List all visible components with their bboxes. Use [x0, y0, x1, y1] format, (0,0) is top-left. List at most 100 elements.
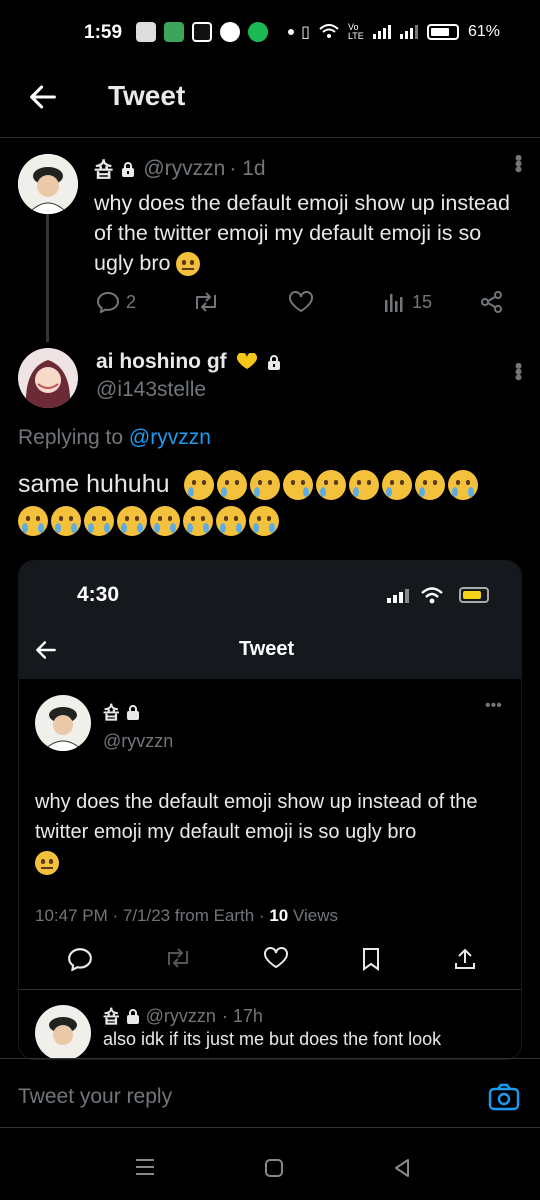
embed-reply-avatar: [35, 1005, 91, 1059]
reply-input[interactable]: Tweet your reply: [18, 1085, 172, 1109]
views-button[interactable]: 15: [384, 292, 480, 313]
avatar-illustration: [35, 1005, 91, 1059]
lock-icon: [267, 355, 280, 370]
pleading-face-emoji: [84, 506, 114, 537]
embed-back-arrow-icon: [36, 641, 56, 659]
tweet-1-text-content: why does the default emoji show up inste…: [94, 191, 510, 275]
display-name[interactable]: 숍: [94, 154, 113, 184]
retweet-button[interactable]: [192, 291, 288, 313]
avatar-illustration: [18, 348, 78, 408]
more-options-icon[interactable]: •••: [505, 362, 531, 379]
system-nav-bar: [0, 1128, 540, 1200]
embed-reply-handle: @ryvzzn: [145, 1005, 216, 1026]
reply-button[interactable]: 2: [96, 291, 192, 313]
tweet-2-name-row: ai hoshino gf: [96, 350, 496, 374]
tweet-1-header: 숍 @ryvzzn · 1d: [94, 154, 514, 184]
embed-divider: [19, 989, 521, 990]
tweet-1: 숍 @ryvzzn · 1d why does the default emoj…: [94, 154, 514, 278]
lock-icon: [126, 1009, 139, 1024]
embed-status-time: 4:30: [77, 583, 120, 606]
yellow-heart-hands-icon: [236, 353, 257, 369]
embed-reply-age: · 17h: [221, 1005, 263, 1026]
embed-views-label: Views: [292, 906, 339, 925]
reply-count: 2: [126, 291, 137, 312]
embed-reply-name: 숍: [103, 1007, 120, 1027]
lock-icon: [122, 162, 135, 177]
sad-tear-emoji: [283, 470, 314, 501]
share-icon: [481, 291, 502, 313]
avatar-ryvzzn[interactable]: [18, 154, 78, 214]
embed-signal-icon: [387, 589, 409, 603]
wifi-icon: [319, 24, 339, 38]
embed-share-icon: [455, 948, 475, 969]
embed-reply-icon: [68, 948, 92, 971]
recent-apps-icon[interactable]: [134, 1158, 156, 1176]
status-time: 1:59: [84, 22, 123, 43]
discord-icon: [136, 22, 156, 42]
sad-face-emoji: [217, 470, 248, 501]
loudly-crying-emoji: [150, 506, 180, 537]
handle[interactable]: @ryvzzn: [143, 157, 225, 181]
embed-avatar: [35, 695, 91, 751]
embed-bookmark-icon: [363, 948, 379, 971]
crying-face-emoji: [250, 470, 281, 501]
smiling-tear-emoji: [415, 470, 446, 501]
loudly-crying-emoji: [249, 506, 279, 537]
tweet-1-text: why does the default emoji show up inste…: [94, 188, 514, 278]
dot-icon: [288, 29, 294, 35]
thread-connector: [46, 214, 49, 342]
replying-to-label: Replying to: [18, 426, 124, 449]
avatar-illustration: [35, 695, 91, 751]
embed-author: 숍 @ryvzzn: [103, 699, 173, 752]
smiling-tear-emoji: [316, 470, 347, 501]
neutral-face-emoji: [35, 850, 59, 875]
pleading-face-emoji: [18, 506, 48, 537]
share-button[interactable]: [480, 291, 504, 313]
spotify-icon: [248, 22, 268, 42]
replying-to-handle[interactable]: @ryvzzn: [129, 426, 211, 449]
embed-app-bar: [19, 561, 521, 679]
back-arrow-icon[interactable]: [26, 80, 60, 114]
embed-actions: [67, 947, 477, 971]
views-icon: [385, 294, 403, 312]
vibrate-icon: ▯: [301, 24, 310, 41]
tweet-2-text: same huhuhu: [18, 466, 518, 538]
retweet-icon: [196, 292, 216, 312]
lock-icon: [126, 705, 139, 720]
signal-icon-2: [399, 25, 418, 39]
top-app-bar: Tweet: [0, 68, 540, 138]
attached-screenshot[interactable]: 4:30 Tweet 숍 @ryvzzn ••• why does the de…: [18, 560, 522, 1060]
heart-icon: [289, 291, 313, 313]
like-button[interactable]: [288, 291, 384, 313]
pinterest-icon: [220, 22, 240, 42]
signal-icon: [372, 25, 391, 39]
home-icon[interactable]: [264, 1158, 284, 1178]
pleading-face-emoji: [51, 506, 81, 537]
back-icon[interactable]: [392, 1158, 412, 1178]
camera-icon[interactable]: [488, 1083, 520, 1111]
embed-battery-icon: [459, 587, 489, 603]
embed-tweet-text: why does the default emoji show up inste…: [35, 787, 505, 877]
embed-title: Tweet: [239, 638, 295, 660]
replying-to: Replying to @ryvzzn: [18, 426, 211, 450]
embed-handle: @ryvzzn: [103, 731, 174, 751]
handle[interactable]: @i143stelle: [96, 378, 496, 402]
embed-heart-icon: [264, 947, 288, 969]
more-options-icon[interactable]: •••: [505, 154, 531, 171]
embed-views-count: 10: [269, 906, 289, 925]
tweet-1-actions: 2 15: [96, 288, 516, 316]
views-count: 15: [412, 291, 433, 312]
embed-meta-time: 10:47 PM · 7/1/23 from Earth ·: [35, 906, 270, 925]
embed-more-icon: •••: [485, 697, 502, 714]
embed-reply-header: 숍 @ryvzzn · 17h: [103, 1003, 263, 1029]
neutral-face-emoji: [176, 252, 201, 277]
display-name[interactable]: ai hoshino gf: [96, 350, 227, 374]
avatar-illustration: [18, 154, 78, 214]
loudly-crying-emoji: [216, 506, 246, 537]
avatar-i143stelle[interactable]: [18, 348, 78, 408]
timestamp: · 1d: [229, 157, 266, 180]
embed-wifi-icon: [421, 587, 443, 604]
reply-composer: Tweet your reply: [0, 1058, 540, 1128]
embed-tweet-text-content: why does the default emoji show up inste…: [35, 791, 478, 843]
embed-meta: 10:47 PM · 7/1/23 from Earth · 10 Views: [35, 906, 338, 926]
